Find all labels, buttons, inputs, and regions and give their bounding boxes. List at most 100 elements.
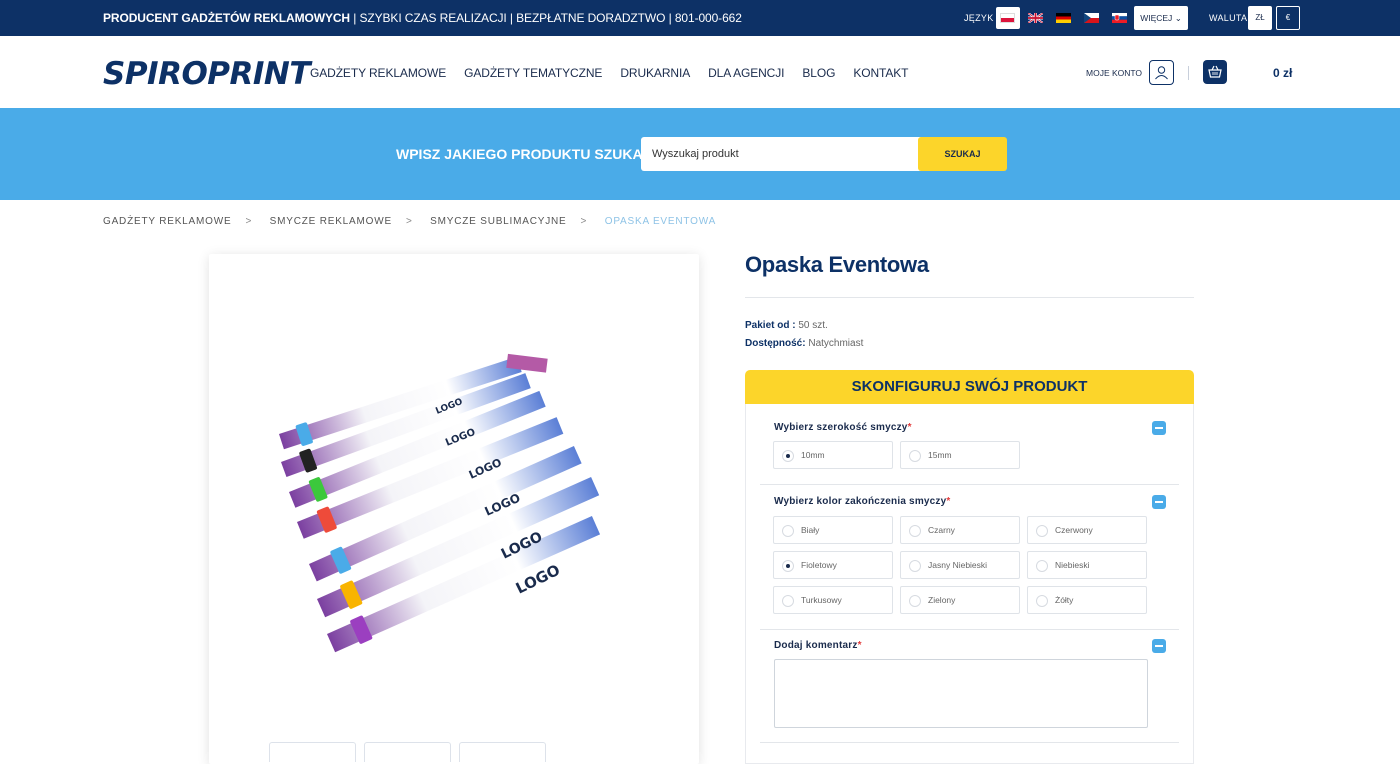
user-icon[interactable] [1149,60,1174,85]
breadcrumb-current: OPASKA EVENTOWA [604,216,717,227]
option-label: Turkusowy [801,595,842,605]
availability-info: Dostępność: Natychmiast [745,338,863,349]
basket-icon[interactable] [1203,60,1227,84]
option-label: Fioletowy [801,560,837,570]
search-input[interactable] [641,137,921,171]
width-option-title: Wybierz szerokość smyczy* [774,422,912,433]
section-divider [760,629,1179,630]
flag-sk-icon[interactable] [1108,7,1132,29]
radio-dot [909,525,921,537]
main-header: SPIROPRINT GADŻETY REKLAMOWE GADŻETY TEM… [0,36,1400,108]
currency-pln-button[interactable]: ZŁ [1248,6,1272,30]
color-option-niebieski[interactable]: Niebieski [1027,551,1147,579]
more-languages-button[interactable]: WIĘCEJ ⌄ [1134,6,1188,30]
width-option-10mm[interactable]: 10mm [773,441,893,469]
wristband-group [279,353,601,653]
nav-item-dla-agencji[interactable]: DLA AGENCJI [708,66,784,80]
section-divider [760,484,1179,485]
color-option-title: Wybierz kolor zakończenia smyczy* [774,496,951,507]
language-label: JĘZYK [964,13,994,23]
availability-value: Natychmiast [808,338,864,349]
option-label: Zielony [928,595,956,605]
required-mark: * [907,422,912,433]
account-label[interactable]: MOJE KONTO [1086,68,1142,78]
option-label: Żółty [1055,595,1074,605]
more-languages-label: WIĘCEJ [1140,13,1173,23]
breadcrumb-separator: > [245,216,253,227]
color-option-zielony[interactable]: Zielony [900,586,1020,614]
collapse-width-icon[interactable] [1152,421,1166,435]
radio-dot [782,560,794,572]
package-info: Pakiet od : 50 szt. [745,320,828,331]
nav-item-gadzety-tematyczne[interactable]: GADŻETY TEMATYCZNE [464,66,602,80]
color-option-jasny-niebieski[interactable]: Jasny Niebieski [900,551,1020,579]
width-option-15mm[interactable]: 15mm [900,441,1020,469]
breadcrumb-item[interactable]: GADŻETY REKLAMOWE [103,216,231,227]
radio-dot [909,595,921,607]
site-logo[interactable]: SPIROPRINT [103,56,311,92]
collapse-comment-icon[interactable] [1152,639,1166,653]
breadcrumb-separator: > [580,216,588,227]
flag-pl-icon[interactable] [996,7,1020,29]
option-label: Czarny [928,525,955,535]
nav-item-kontakt[interactable]: KONTAKT [853,66,908,80]
color-option-bialy[interactable]: Biały [773,516,893,544]
section-divider [760,742,1179,743]
package-label: Pakiet od : [745,320,796,331]
search-button[interactable]: SZUKAJ [918,137,1007,171]
comment-option-title: Dodaj komentarz* [774,640,862,651]
required-mark: * [857,640,862,651]
color-option-turkusowy[interactable]: Turkusowy [773,586,893,614]
flag-de-icon[interactable] [1052,7,1076,29]
radio-dot [909,450,921,462]
header-divider [1188,66,1189,80]
option-label: 15mm [928,450,952,460]
package-value: 50 szt. [798,320,828,331]
chevron-down-icon: ⌄ [1174,13,1182,23]
option-label: Czerwony [1055,525,1093,535]
breadcrumb-item[interactable]: SMYCZE SUBLIMACYJNE [430,216,566,227]
radio-dot [1036,560,1048,572]
breadcrumb: GADŻETY REKLAMOWE > SMYCZE REKLAMOWE > SMY… [103,216,730,227]
promo-bold: PRODUCENT GADŻETÓW REKLAMOWYCH [103,11,350,25]
flag-cz-icon[interactable] [1080,7,1104,29]
search-band: WPISZ JAKIEGO PRODUKTU SZUKASZ SZUKAJ [0,108,1400,200]
color-option-zolty[interactable]: Żółty [1027,586,1147,614]
radio-dot [782,450,794,462]
radio-dot [782,595,794,607]
option-label: Jasny Niebieski [928,560,988,570]
currency-eur-button[interactable]: € [1276,6,1300,30]
currency-label: WALUTA [1209,13,1248,23]
configurator-heading: SKONFIGURUJ SWÓJ PRODUKT [745,370,1194,404]
radio-dot [1036,525,1048,537]
product-thumbnail[interactable] [459,742,546,762]
main-nav: GADŻETY REKLAMOWE GADŻETY TEMATYCZNE DRU… [310,66,926,80]
promo-text: PRODUCENT GADŻETÓW REKLAMOWYCH | SZYBKI … [103,11,742,25]
availability-label: Dostępność: [745,338,806,349]
option-label: Biały [801,525,820,535]
flag-uk-icon[interactable] [1024,7,1048,29]
radio-dot [1036,595,1048,607]
top-bar: PRODUCENT GADŻETÓW REKLAMOWYCH | SZYBKI … [0,0,1400,36]
required-mark: * [946,496,951,507]
nav-item-blog[interactable]: BLOG [802,66,835,80]
nav-item-drukarnia[interactable]: DRUKARNIA [620,66,690,80]
nav-item-gadzety-reklamowe[interactable]: GADŻETY REKLAMOWE [310,66,446,80]
collapse-color-icon[interactable] [1152,495,1166,509]
comment-option-label: Dodaj komentarz [774,640,858,651]
cart-total[interactable]: 0 zł [1273,66,1292,80]
width-option-label: Wybierz szerokość smyczy [774,422,908,433]
product-image[interactable]: LOGO LOGO LOGO LOGO LOGO LOGO [209,254,699,744]
product-image-card[interactable]: LOGO LOGO LOGO LOGO LOGO LOGO [209,254,699,764]
product-thumbnail[interactable] [364,742,451,762]
color-option-label: Wybierz kolor zakończenia smyczy [774,496,947,507]
color-option-czarny[interactable]: Czarny [900,516,1020,544]
breadcrumb-item[interactable]: SMYCZE REKLAMOWE [270,216,392,227]
color-option-fioletowy[interactable]: Fioletowy [773,551,893,579]
product-title: Opaska Eventowa [745,252,929,277]
option-label: 10mm [801,450,825,460]
product-thumbnail[interactable] [269,742,356,762]
comment-textarea[interactable] [774,659,1148,728]
color-option-czerwony[interactable]: Czerwony [1027,516,1147,544]
title-divider [745,297,1194,298]
